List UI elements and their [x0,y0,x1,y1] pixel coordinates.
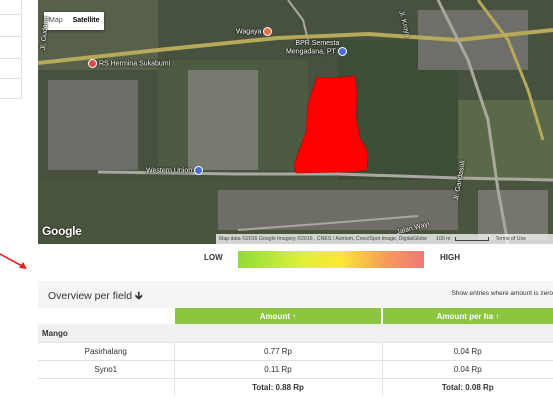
poi-pin-icon [337,47,347,56]
sidebar [0,0,22,100]
place-label: RS Hermina Sukabumi [88,59,170,68]
group-label: Mango [38,324,174,343]
field-amount-per-ha: 0.04 Rp [381,360,553,379]
field-amount-per-ha: 0.04 Rp [381,342,553,361]
annotation-arrow-icon [0,253,27,269]
sidebar-divider [0,58,22,59]
arrow-down-icon: 🡳 [134,290,143,302]
sidebar-divider [0,98,22,99]
place-bpr2: Mengadana, PT [286,48,336,56]
place-wagaya: Wagaya [236,28,262,36]
table-row[interactable]: Syno1 0.11 Rp 0.04 Rp [38,360,553,379]
table-row[interactable]: Pasirhalang 0.77 Rp 0.04 Rp [38,342,553,361]
place-label: Wagaya [236,27,274,36]
scale-bar: 100 m [430,234,492,244]
attribution-text: Map data ©2016 Google Imagery ©2016 , CN… [219,236,428,242]
terms-link[interactable]: Terms of Use [492,234,529,244]
poi-pin-icon [263,27,273,36]
overview-header: Overview per field 🡳 Show entries where … [38,281,553,309]
field-name: Pasirhalang [38,342,174,361]
column-header-amount-per-ha[interactable]: Amount per ha ↑ [381,308,553,324]
legend-high-label: HIGH [440,253,460,262]
column-header-name [38,308,174,324]
total-amount: Total: 0.88 Rp [173,378,382,396]
place-label: BPR Semesta Mengadana, PT [286,40,349,56]
map-type-satellite-button[interactable]: Satellite [68,12,105,30]
satellite-imagery [38,0,553,244]
sidebar-edge [21,0,22,98]
place-label: Western Union [146,166,205,175]
map-attribution: Map data ©2016 Google Imagery ©2016 , CN… [216,234,553,244]
field-amount: 0.77 Rp [173,342,382,361]
total-amount-per-ha: Total: 0.08 Rp [381,378,553,396]
show-zero-hint[interactable]: Show entries where amount is zero [451,290,553,297]
field-amount: 0.11 Rp [173,360,382,379]
overview-title-text: Overview per field [48,290,133,302]
legend-gradient-bar [238,251,424,268]
place-bpr: BPR Semesta [295,40,340,47]
map-type-control: Map Satellite [44,12,105,30]
table-total-row: Total: 0.88 Rp Total: 0.08 Rp [38,378,553,396]
hospital-pin-icon [88,59,97,68]
place-rs: RS Hermina Sukabumi [99,60,171,68]
sidebar-divider [0,36,22,37]
legend-low-label: LOW [204,253,223,262]
field-name: Syno1 [38,360,174,379]
place-western: Western Union [146,167,193,175]
table-group-row: Mango [38,324,553,343]
table-header-row: Amount ↑ Amount per ha ↑ [38,308,553,324]
field-map[interactable]: Map Satellite Wagaya BPR Semesta Mengada… [38,0,553,244]
scale-line-icon [455,236,490,241]
google-logo: Google [42,224,82,238]
sidebar-divider [0,14,22,15]
overview-title[interactable]: Overview per field 🡳 [48,288,143,306]
sidebar-divider [0,78,22,79]
overview-table: Amount ↑ Amount per ha ↑ Mango Pasirhala… [38,308,553,396]
column-header-amount[interactable]: Amount ↑ [173,308,382,324]
poi-pin-icon [194,166,204,175]
